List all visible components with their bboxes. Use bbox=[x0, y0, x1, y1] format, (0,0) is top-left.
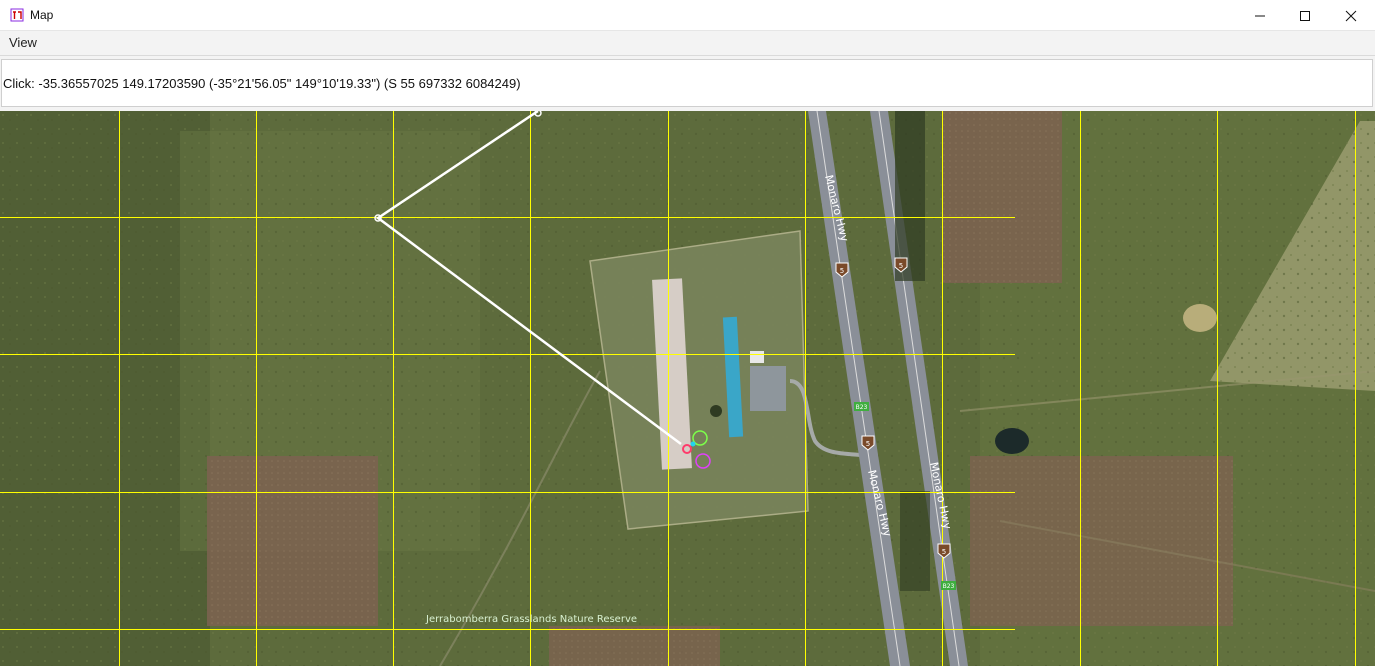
tree-belt bbox=[895, 111, 925, 281]
map-tile bbox=[970, 456, 1233, 626]
minimize-button[interactable] bbox=[1237, 0, 1283, 31]
route-shield-label: 5 bbox=[899, 262, 903, 270]
route-badge: B23 bbox=[854, 402, 869, 411]
map-canvas[interactable]: 5 5 5 5 B23 B23 Monaro Hwy Monaro Hwy Mo… bbox=[0, 111, 1375, 666]
tree-belt bbox=[900, 491, 930, 591]
map-tile bbox=[942, 111, 1062, 283]
minimize-icon bbox=[1255, 15, 1265, 16]
map-tile bbox=[207, 456, 378, 626]
reserve-label: Jerrabomberra Grasslands Nature Reserve bbox=[425, 614, 637, 625]
dam bbox=[1183, 304, 1217, 332]
window-title: Map bbox=[30, 8, 54, 22]
status-panel: Click: -35.36557025 149.17203590 (-35°21… bbox=[1, 59, 1373, 107]
route-shield-label: 5 bbox=[840, 267, 844, 275]
menu-view[interactable]: View bbox=[9, 35, 37, 50]
building bbox=[750, 351, 764, 363]
maximize-button[interactable] bbox=[1282, 0, 1328, 31]
map-svg[interactable]: 5 5 5 5 B23 B23 Monaro Hwy Monaro Hwy Mo… bbox=[0, 111, 1375, 666]
click-coordinates: Click: -35.36557025 149.17203590 (-35°21… bbox=[3, 76, 521, 91]
close-icon bbox=[1345, 10, 1357, 21]
dam bbox=[995, 428, 1029, 454]
vehicle-dot bbox=[690, 441, 696, 447]
car-park bbox=[750, 366, 786, 411]
title-bar: Map bbox=[0, 0, 1375, 31]
maximize-icon bbox=[1300, 10, 1310, 21]
route-shield-label: 5 bbox=[866, 440, 870, 448]
close-button[interactable] bbox=[1328, 0, 1374, 31]
route-shield-label: 5 bbox=[942, 548, 946, 556]
app-icon bbox=[10, 8, 24, 22]
route-badge-label: B23 bbox=[856, 404, 868, 411]
menu-bar: View bbox=[0, 31, 1375, 56]
tree bbox=[710, 405, 722, 417]
map-tile bbox=[549, 626, 720, 666]
route-badge: B23 bbox=[941, 581, 956, 590]
route-badge-label: B23 bbox=[943, 583, 955, 590]
